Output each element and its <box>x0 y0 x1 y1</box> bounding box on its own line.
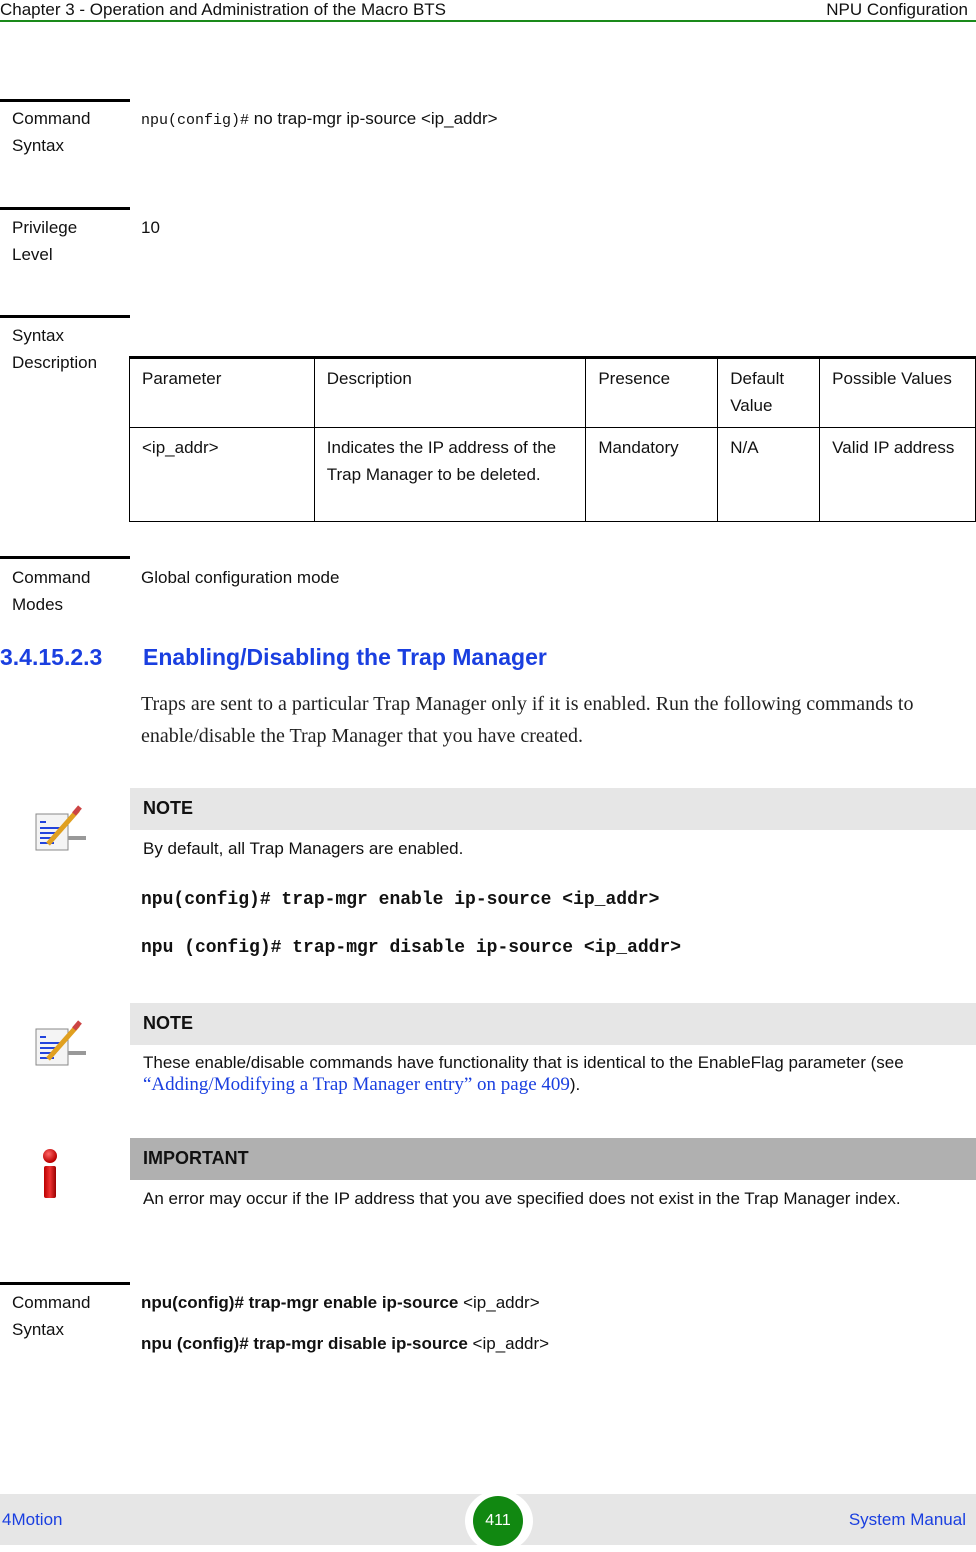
label-line: Description <box>12 353 98 372</box>
important-title: IMPORTANT <box>143 1148 249 1168</box>
table-cell: Mandatory <box>585 427 719 522</box>
label-line: Command <box>12 1293 91 1312</box>
column-header: Possible Values <box>819 356 976 428</box>
label-line: Command <box>12 109 91 128</box>
command-modes-value: Global configuration mode <box>141 568 340 587</box>
command-syntax-value: npu(config)# no trap-mgr ip-source <ip_a… <box>141 105 498 134</box>
cli-command: no trap-mgr ip-source <ip_addr> <box>249 109 498 128</box>
section-title: NPU Configuration <box>826 0 968 19</box>
label-line: Syntax <box>12 326 64 345</box>
label-rule <box>0 207 130 210</box>
syntax-description-table: Parameter Description Presence Default V… <box>129 356 976 522</box>
important-body: An error may occur if the IP address tha… <box>143 1189 901 1208</box>
note-text: These enable/disable commands have funct… <box>143 1053 904 1072</box>
label-line: Privilege <box>12 218 78 237</box>
column-header: Parameter <box>129 356 315 428</box>
page-number: 411 <box>473 1496 523 1546</box>
footer-manual: System Manual <box>848 1510 966 1529</box>
command-syntax-label: Command Syntax <box>12 1289 122 1343</box>
note-pencil-icon <box>34 802 86 854</box>
important-banner: IMPORTANT <box>130 1138 976 1180</box>
note-title: NOTE <box>143 798 194 818</box>
important-info-icon <box>38 1148 78 1200</box>
column-header: Description <box>313 356 587 428</box>
table-cell: <ip_addr> <box>129 427 315 522</box>
note-body: These enable/disable commands have funct… <box>143 1052 963 1096</box>
cli-prompt: npu(config)# <box>141 112 250 129</box>
table-cell: Indicates the IP address of the Trap Man… <box>313 427 587 522</box>
syntax-description-label: Syntax Description <box>12 322 122 376</box>
command-syntax-label: Command Syntax <box>12 105 122 159</box>
chapter-title: Chapter 3 - Operation and Administration… <box>0 0 447 19</box>
note-title: NOTE <box>143 1013 194 1033</box>
label-line: Command <box>12 568 91 587</box>
label-line: Syntax <box>12 136 64 155</box>
section-number: 3.4.15.2.3 <box>0 644 103 670</box>
cli-argument: <ip_addr> <box>467 1334 550 1353</box>
footer-product: 4Motion <box>2 1510 63 1529</box>
label-rule <box>0 99 130 102</box>
cross-reference-link[interactable]: “Adding/Modifying a Trap Manager entry” … <box>143 1074 570 1095</box>
label-rule <box>0 556 130 559</box>
note-banner: NOTE <box>130 1003 976 1045</box>
label-line: Level <box>12 245 53 264</box>
cli-command: npu(config)# trap-mgr enable ip-source <box>141 1293 459 1312</box>
cli-argument: <ip_addr> <box>458 1293 540 1312</box>
note-body: By default, all Trap Managers are enable… <box>143 839 464 858</box>
privilege-level-value: 10 <box>141 218 160 237</box>
note-text: ). <box>569 1075 581 1094</box>
section-body: Traps are sent to a particular Trap Mana… <box>141 693 914 747</box>
cli-command-enable: npu(config)# trap-mgr enable ip-source <… <box>141 890 660 910</box>
label-rule <box>0 1282 130 1285</box>
privilege-level-label: Privilege Level <box>12 214 122 268</box>
note-banner: NOTE <box>130 788 976 830</box>
column-header: Default Value <box>717 356 821 428</box>
label-line: Syntax <box>12 1320 64 1339</box>
header-rule <box>0 20 976 22</box>
label-rule <box>0 315 130 318</box>
table-cell: N/A <box>717 427 821 522</box>
cli-command: npu (config)# trap-mgr disable ip-source <box>141 1334 468 1353</box>
command-modes-label: Command Modes <box>12 564 122 618</box>
label-line: Modes <box>12 595 64 614</box>
command-syntax-disable: npu (config)# trap-mgr disable ip-source… <box>141 1330 549 1357</box>
table-header-row: Parameter Description Presence Default V… <box>129 356 976 428</box>
section-heading: Enabling/Disabling the Trap Manager <box>143 644 547 670</box>
command-syntax-enable: npu(config)# trap-mgr enable ip-source <… <box>141 1289 540 1316</box>
table-cell: Valid IP address <box>819 427 976 522</box>
table-row: <ip_addr> Indicates the IP address of th… <box>129 427 976 522</box>
column-header: Presence <box>585 356 719 428</box>
note-pencil-icon <box>34 1017 86 1069</box>
cli-command-disable: npu (config)# trap-mgr disable ip-source… <box>141 938 682 958</box>
